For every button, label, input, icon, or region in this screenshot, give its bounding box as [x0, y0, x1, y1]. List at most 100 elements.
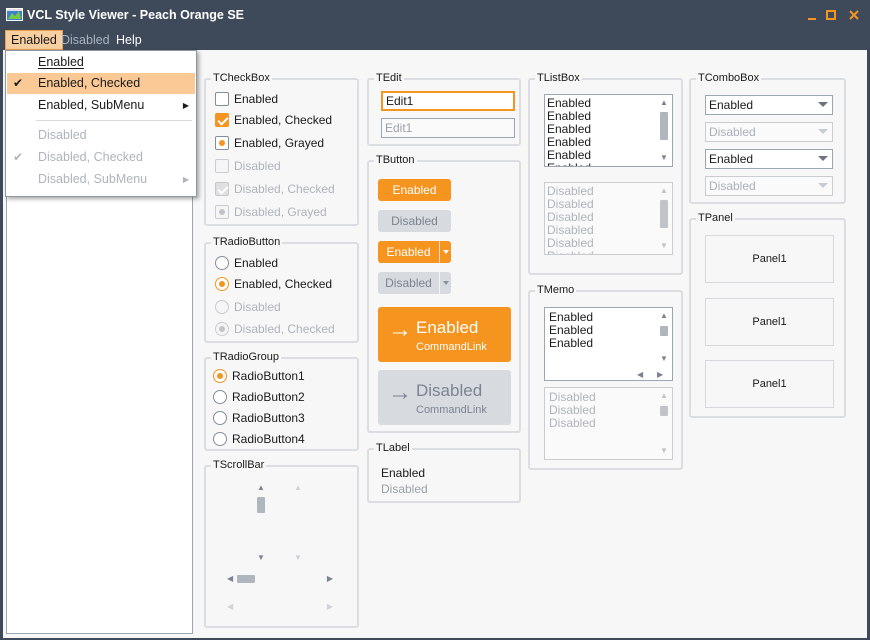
- combobox-value: Disabled: [709, 179, 756, 193]
- edit-group-title: TEdit: [374, 71, 404, 85]
- radio-circle[interactable]: [213, 432, 227, 446]
- radio-label: RadioButton1: [232, 369, 305, 383]
- enabled-menu-dropdown: Enabled ✔ Enabled, Checked Enabled, SubMe…: [5, 50, 197, 197]
- radio-enabled-checked[interactable]: Enabled, Checked: [215, 275, 332, 293]
- radio-label: Enabled: [234, 256, 279, 270]
- memo-line[interactable]: Enabled: [549, 337, 656, 350]
- scroll-down-icon[interactable]: ▼: [254, 553, 268, 563]
- radio-label: Disabled: [234, 300, 281, 314]
- app-icon: [6, 8, 23, 21]
- memo-line[interactable]: Disabled: [549, 417, 656, 430]
- combobox-enabled-2[interactable]: Enabled: [705, 149, 833, 169]
- command-link-enabled[interactable]: → Enabled CommandLink: [378, 307, 511, 362]
- checkbox-enabled-grayed[interactable]: Enabled, Grayed: [215, 134, 324, 152]
- radio-circle[interactable]: [213, 411, 227, 425]
- chevron-down-icon[interactable]: [818, 102, 828, 107]
- scroll-up-icon[interactable]: ▲: [657, 98, 671, 108]
- memo-vertical-scrollbar[interactable]: ▲ ▼: [657, 309, 671, 366]
- scroll-down-icon: ▼: [660, 241, 668, 250]
- horizontal-scrollbar-enabled[interactable]: ◀ ▶: [225, 572, 335, 586]
- edit-enabled-input[interactable]: Edit1: [381, 91, 515, 111]
- label-group: TLabel Enabled Disabled: [367, 441, 521, 503]
- menu-enabled[interactable]: Enabled: [5, 30, 63, 50]
- radio-circle[interactable]: [213, 369, 227, 383]
- listbox-enabled[interactable]: EnabledEnabledEnabledEnabledEnabledEnabl…: [544, 94, 673, 167]
- menu-item-enabled-submenu[interactable]: Enabled, SubMenu ▶: [7, 95, 195, 116]
- command-link-subtitle: CommandLink: [416, 404, 487, 416]
- scrollbar-thumb[interactable]: [237, 575, 255, 583]
- button-disabled: Disabled: [378, 210, 451, 232]
- scroll-down-icon[interactable]: ▼: [657, 354, 671, 364]
- split-dropdown-icon[interactable]: [439, 241, 451, 263]
- menu-item-disabled: Disabled: [7, 125, 195, 146]
- split-button-enabled[interactable]: Enabled: [378, 241, 451, 263]
- command-link-disabled: → Disabled CommandLink: [378, 370, 511, 425]
- label-enabled: Enabled: [381, 466, 426, 480]
- radio-circle: [215, 322, 229, 336]
- chevron-down-icon: [818, 183, 828, 188]
- menu-item-label: Enabled, SubMenu: [38, 98, 145, 112]
- menu-item-enabled[interactable]: Enabled: [7, 52, 195, 73]
- scroll-right-icon[interactable]: ▶: [327, 572, 333, 586]
- split-button-disabled: Disabled: [378, 272, 451, 294]
- checkbox-box[interactable]: [215, 113, 229, 127]
- chevron-down-icon[interactable]: [818, 156, 828, 161]
- scrollbar-thumb[interactable]: [257, 497, 265, 513]
- menu-item-label: Enabled: [38, 55, 84, 69]
- menu-help[interactable]: Help: [111, 30, 147, 50]
- radio-circle[interactable]: [215, 277, 229, 291]
- submenu-arrow-icon: ▶: [182, 101, 189, 110]
- scrollbar-thumb[interactable]: [660, 112, 668, 140]
- title-bar: VCL Style Viewer - Peach Orange SE: [0, 0, 870, 30]
- close-icon[interactable]: [846, 7, 862, 23]
- maximize-icon[interactable]: [823, 7, 839, 23]
- panel-1: Panel1: [705, 235, 834, 283]
- scroll-up-icon[interactable]: ▲: [657, 311, 671, 321]
- checkbox-enabled-checked[interactable]: Enabled, Checked: [215, 111, 332, 129]
- scroll-up-icon[interactable]: ▲: [254, 483, 268, 493]
- checkbox-label: Disabled, Checked: [234, 182, 335, 196]
- scroll-right-icon[interactable]: ▶: [657, 370, 663, 379]
- button-enabled[interactable]: Enabled: [378, 179, 451, 201]
- button-group-title: TButton: [374, 153, 417, 167]
- radio-circle[interactable]: [213, 390, 227, 404]
- checkbox-disabled: Disabled: [215, 157, 281, 175]
- horizontal-scrollbar-disabled: ◀ ▶: [225, 600, 335, 614]
- radio-label: Enabled, Checked: [234, 277, 333, 291]
- list-item[interactable]: Enabled: [547, 162, 656, 167]
- checkbox-box: [215, 159, 229, 173]
- checkbox-enabled[interactable]: Enabled: [215, 90, 278, 108]
- radio-circle[interactable]: [215, 256, 229, 270]
- scroll-left-icon[interactable]: ◀: [637, 370, 643, 379]
- memo-enabled[interactable]: Enabled Enabled Enabled ▲ ▼ ◀ ▶: [544, 307, 673, 381]
- scrollbar-thumb: [660, 200, 668, 228]
- checkbox-label: Enabled, Grayed: [234, 136, 325, 150]
- checkbox-box: [215, 182, 229, 196]
- command-link-subtitle: CommandLink: [416, 341, 487, 353]
- radiogroup-item-1[interactable]: RadioButton1: [213, 367, 305, 385]
- checkbox-box[interactable]: [215, 92, 229, 106]
- checkbox-box[interactable]: [215, 136, 229, 150]
- vertical-scrollbar-enabled[interactable]: ▲ ▼: [254, 483, 268, 563]
- menu-item-label: Disabled, SubMenu: [38, 172, 148, 186]
- menu-disabled[interactable]: Disabled: [56, 30, 115, 50]
- menu-item-enabled-checked[interactable]: ✔ Enabled, Checked: [7, 73, 195, 94]
- radiogroup-title: TRadioGroup: [211, 350, 282, 364]
- list-item[interactable]: Disabled: [547, 250, 656, 255]
- radiogroup-item-4[interactable]: RadioButton4: [213, 430, 305, 448]
- minimize-icon[interactable]: [804, 7, 820, 23]
- radiogroup-item-2[interactable]: RadioButton2: [213, 388, 305, 406]
- scrollbar-thumb[interactable]: [660, 326, 668, 336]
- checkbox-label: Disabled: [234, 159, 281, 173]
- split-dropdown-icon: [439, 272, 451, 294]
- panel-3: Panel1: [705, 360, 834, 408]
- menu-bar: Enabled Disabled Help: [0, 30, 870, 50]
- scroll-left-icon[interactable]: ◀: [227, 572, 233, 586]
- combobox-enabled-1[interactable]: Enabled: [705, 95, 833, 115]
- scroll-down-icon[interactable]: ▼: [657, 153, 671, 163]
- radiogroup-item-3[interactable]: RadioButton3: [213, 409, 305, 427]
- listbox-scrollbar[interactable]: ▲ ▼: [657, 96, 671, 165]
- menu-item-label: Disabled, Checked: [38, 150, 143, 164]
- vertical-scrollbar-disabled: ▲ ▼: [291, 483, 305, 563]
- radio-enabled[interactable]: Enabled: [215, 254, 278, 272]
